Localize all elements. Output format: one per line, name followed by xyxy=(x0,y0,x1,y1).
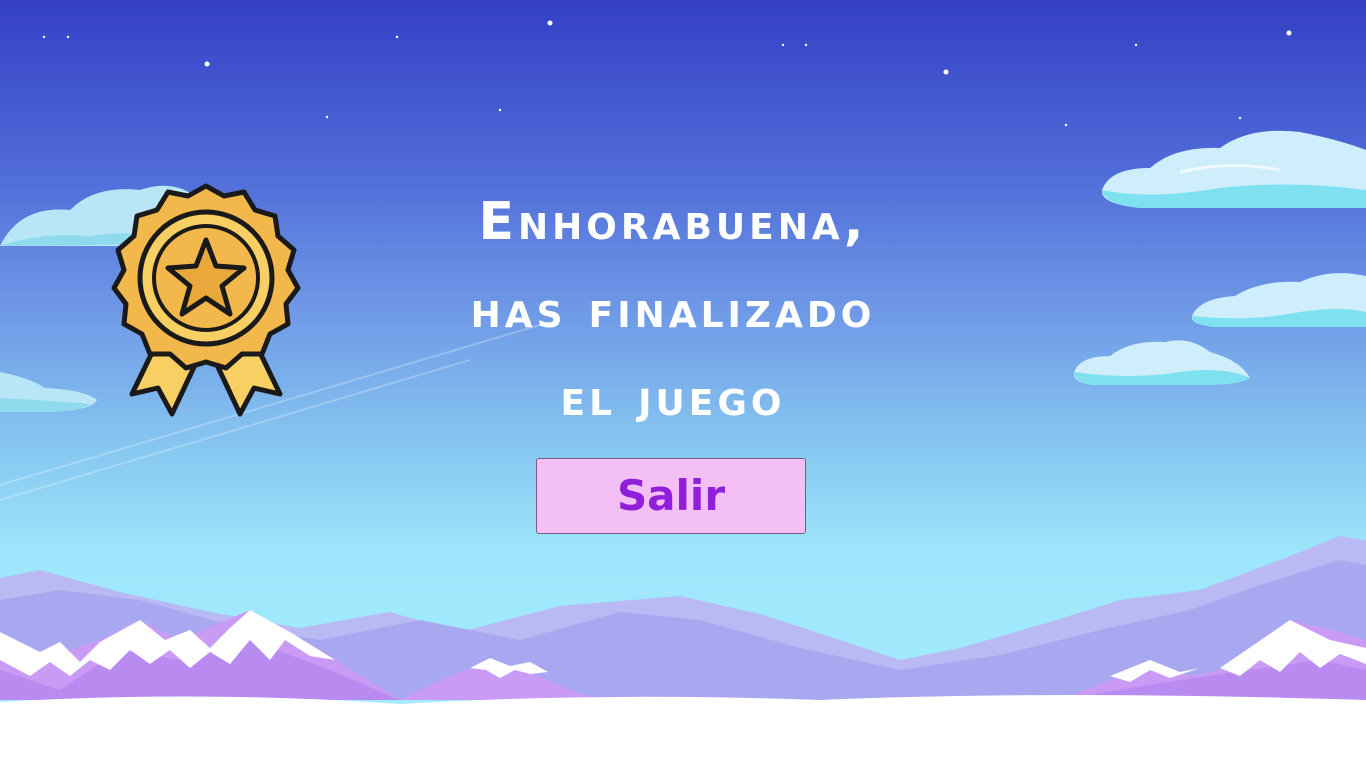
completion-title: Enhorabuena, has finalizado el juego xyxy=(333,178,1013,442)
cloud-right-middle xyxy=(1191,273,1366,327)
cloud-right-bottom xyxy=(1073,340,1250,385)
stars xyxy=(42,20,1292,127)
title-line-2: has finalizado xyxy=(470,280,876,340)
exit-button[interactable]: Salir xyxy=(536,458,806,534)
cloud-left-bottom xyxy=(0,372,97,412)
game-scene: Enhorabuena, has finalizado el juego Sal… xyxy=(0,0,1366,768)
medal-star-icon xyxy=(111,183,301,417)
cloud-right-top xyxy=(1101,130,1366,208)
title-line-1: Enhorabuena, xyxy=(478,192,868,252)
snow-ground xyxy=(0,695,1366,768)
title-line-3: el juego xyxy=(560,368,786,428)
